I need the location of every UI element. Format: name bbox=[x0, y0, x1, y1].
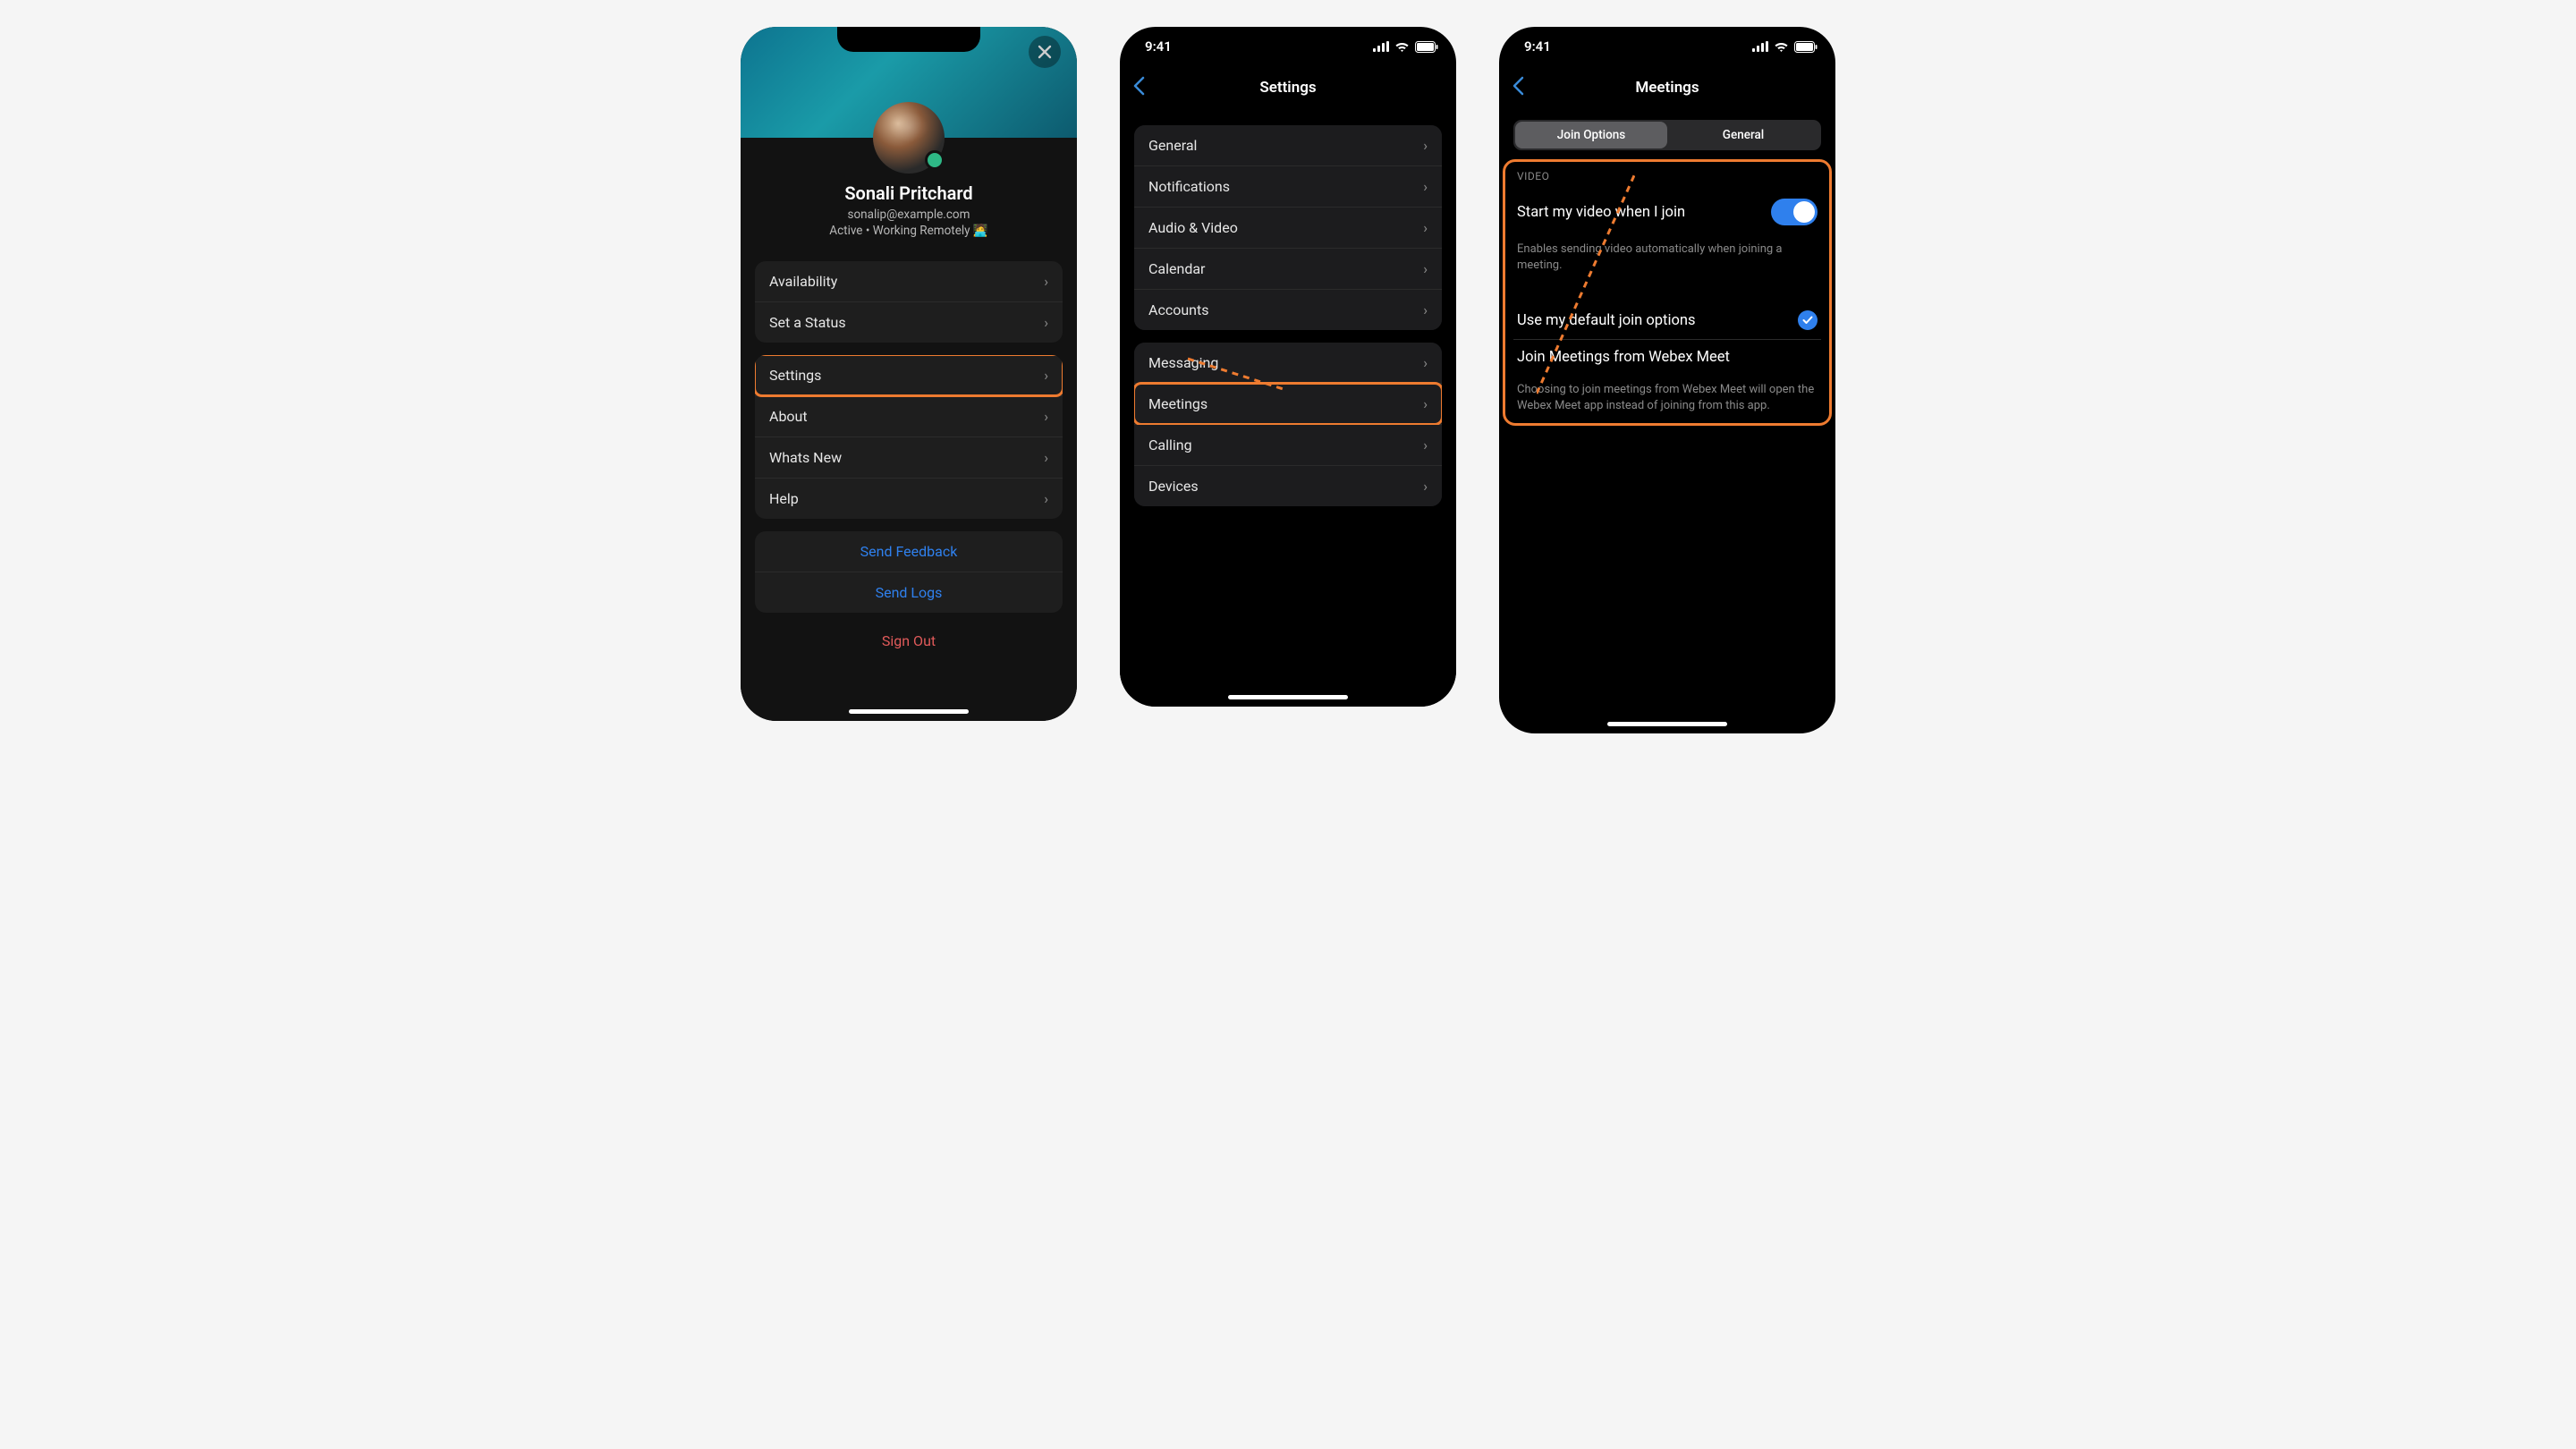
row-audio-video[interactable]: Audio & Video › bbox=[1134, 208, 1442, 249]
seg-general[interactable]: General bbox=[1667, 122, 1819, 148]
row-help[interactable]: Help › bbox=[755, 479, 1063, 519]
row-label: Calendar bbox=[1148, 260, 1205, 277]
nav-title: Meetings bbox=[1635, 79, 1699, 97]
phone-profile: Sonali Pritchard sonalip@example.com Act… bbox=[741, 27, 1077, 721]
statusbar-indicators bbox=[1752, 41, 1818, 53]
link-send-logs[interactable]: Send Logs bbox=[755, 572, 1063, 613]
chevron-right-icon: › bbox=[1423, 178, 1428, 195]
row-label: Notifications bbox=[1148, 178, 1230, 195]
chevron-right-icon: › bbox=[1044, 273, 1048, 290]
phone-meetings: 9:41 Meetings Join Options General VIDEO… bbox=[1499, 27, 1835, 733]
row-join-from-meet[interactable]: Join Meetings from Webex Meet bbox=[1513, 340, 1821, 375]
profile-status: Active • Working Remotely 🧑‍💻 bbox=[741, 224, 1077, 238]
desc-join-from-meet: Choosing to join meetings from Webex Mee… bbox=[1513, 375, 1821, 429]
row-label: Availability bbox=[769, 273, 837, 290]
row-label: Meetings bbox=[1148, 395, 1208, 412]
chevron-right-icon: › bbox=[1423, 260, 1428, 277]
statusbar-time: 9:41 bbox=[1145, 38, 1172, 55]
toggle-start-video[interactable] bbox=[1771, 199, 1818, 225]
row-whats-new[interactable]: Whats New › bbox=[755, 437, 1063, 479]
row-label: Calling bbox=[1148, 436, 1192, 453]
row-label: Audio & Video bbox=[1148, 219, 1238, 236]
phone-settings: 9:41 Settings General › Notifications bbox=[1120, 27, 1456, 707]
chevron-right-icon: › bbox=[1044, 367, 1048, 384]
chevron-right-icon: › bbox=[1423, 478, 1428, 495]
chevron-right-icon: › bbox=[1423, 137, 1428, 154]
row-accounts[interactable]: Accounts › bbox=[1134, 290, 1442, 330]
row-label: General bbox=[1148, 137, 1197, 154]
back-button[interactable] bbox=[1132, 76, 1145, 99]
setting-label: Start my video when I join bbox=[1517, 204, 1685, 221]
wifi-icon bbox=[1394, 41, 1410, 53]
statusbar-time: 9:41 bbox=[1524, 38, 1551, 55]
chevron-right-icon: › bbox=[1423, 301, 1428, 318]
row-label: Devices bbox=[1148, 478, 1199, 495]
row-label: Help bbox=[769, 490, 799, 507]
row-label: Set a Status bbox=[769, 314, 846, 331]
statusbar-indicators bbox=[1373, 41, 1438, 53]
row-general[interactable]: General › bbox=[1134, 125, 1442, 166]
row-settings[interactable]: Settings › bbox=[755, 355, 1063, 396]
row-availability[interactable]: Availability › bbox=[755, 261, 1063, 302]
chevron-right-icon: › bbox=[1044, 449, 1048, 466]
profile-email: sonalip@example.com bbox=[741, 208, 1077, 222]
row-use-default[interactable]: Use my default join options bbox=[1513, 301, 1821, 340]
row-label: Accounts bbox=[1148, 301, 1208, 318]
cellular-icon bbox=[1752, 41, 1768, 52]
section-label-video: VIDEO bbox=[1513, 154, 1821, 190]
row-devices[interactable]: Devices › bbox=[1134, 466, 1442, 506]
cellular-icon bbox=[1373, 41, 1389, 52]
presence-indicator-icon bbox=[925, 150, 945, 170]
row-notifications[interactable]: Notifications › bbox=[1134, 166, 1442, 208]
desc-start-video: Enables sending video automatically when… bbox=[1513, 234, 1821, 289]
battery-icon bbox=[1415, 41, 1438, 53]
battery-icon bbox=[1794, 41, 1818, 53]
row-start-video: Start my video when I join bbox=[1513, 190, 1821, 234]
seg-join-options[interactable]: Join Options bbox=[1515, 122, 1667, 148]
row-label: Messaging bbox=[1148, 354, 1218, 371]
close-button[interactable] bbox=[1029, 36, 1061, 68]
link-send-feedback[interactable]: Send Feedback bbox=[755, 531, 1063, 572]
row-calendar[interactable]: Calendar › bbox=[1134, 249, 1442, 290]
setting-label: Use my default join options bbox=[1517, 312, 1696, 329]
nav-title: Settings bbox=[1259, 79, 1316, 97]
row-label: About bbox=[769, 408, 808, 425]
link-sign-out[interactable]: Sign Out bbox=[755, 613, 1063, 669]
row-set-status[interactable]: Set a Status › bbox=[755, 302, 1063, 343]
setting-label: Join Meetings from Webex Meet bbox=[1517, 349, 1730, 366]
chevron-right-icon: › bbox=[1423, 395, 1428, 412]
profile-name: Sonali Pritchard bbox=[741, 182, 1077, 204]
chevron-right-icon: › bbox=[1044, 490, 1048, 507]
check-icon bbox=[1798, 310, 1818, 330]
segmented-control: Join Options General bbox=[1513, 120, 1821, 150]
row-messaging[interactable]: Messaging › bbox=[1134, 343, 1442, 384]
chevron-right-icon: › bbox=[1423, 219, 1428, 236]
row-label: Settings bbox=[769, 367, 821, 384]
wifi-icon bbox=[1774, 41, 1789, 53]
row-calling[interactable]: Calling › bbox=[1134, 425, 1442, 466]
chevron-right-icon: › bbox=[1044, 408, 1048, 425]
chevron-right-icon: › bbox=[1423, 354, 1428, 371]
row-label: Whats New bbox=[769, 449, 842, 466]
back-button[interactable] bbox=[1512, 76, 1524, 99]
chevron-right-icon: › bbox=[1423, 436, 1428, 453]
row-meetings[interactable]: Meetings › bbox=[1134, 384, 1442, 425]
chevron-right-icon: › bbox=[1044, 314, 1048, 331]
row-about[interactable]: About › bbox=[755, 396, 1063, 437]
